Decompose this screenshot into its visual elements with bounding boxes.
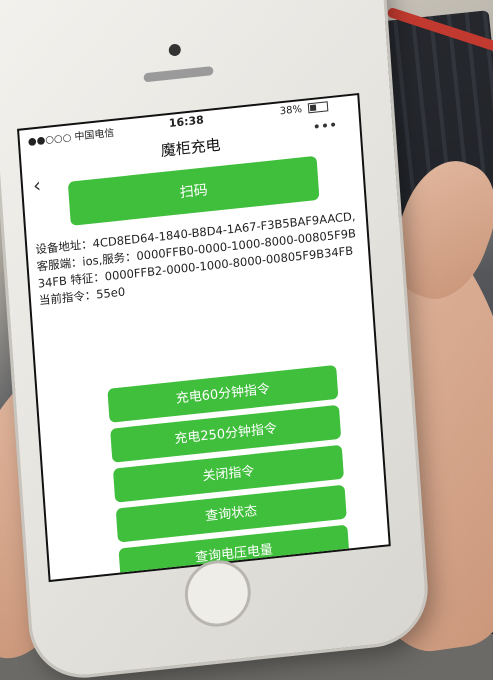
battery-percent: 38% [279, 104, 303, 118]
home-button[interactable] [182, 557, 253, 630]
earpiece-speaker [143, 66, 214, 83]
phone-screen: ●●○○○ 中国电信 16:38 38% 魔柜充电 ••• ‹ 扫码 设备地址：… [17, 92, 391, 583]
chevron-left-icon[interactable]: ‹ [32, 173, 42, 198]
phone: ●●○○○ 中国电信 16:38 38% 魔柜充电 ••• ‹ 扫码 设备地址：… [0, 0, 429, 680]
command-list: 充电60分钟指令 充电250分钟指令 关闭指令 查询状态 查询电压电量 [107, 357, 370, 583]
clock: 16:38 [168, 113, 205, 130]
battery-icon [307, 101, 329, 114]
battery-indicator: 38% [279, 101, 329, 118]
front-camera [168, 43, 182, 57]
more-menu-icon[interactable]: ••• [312, 117, 338, 136]
